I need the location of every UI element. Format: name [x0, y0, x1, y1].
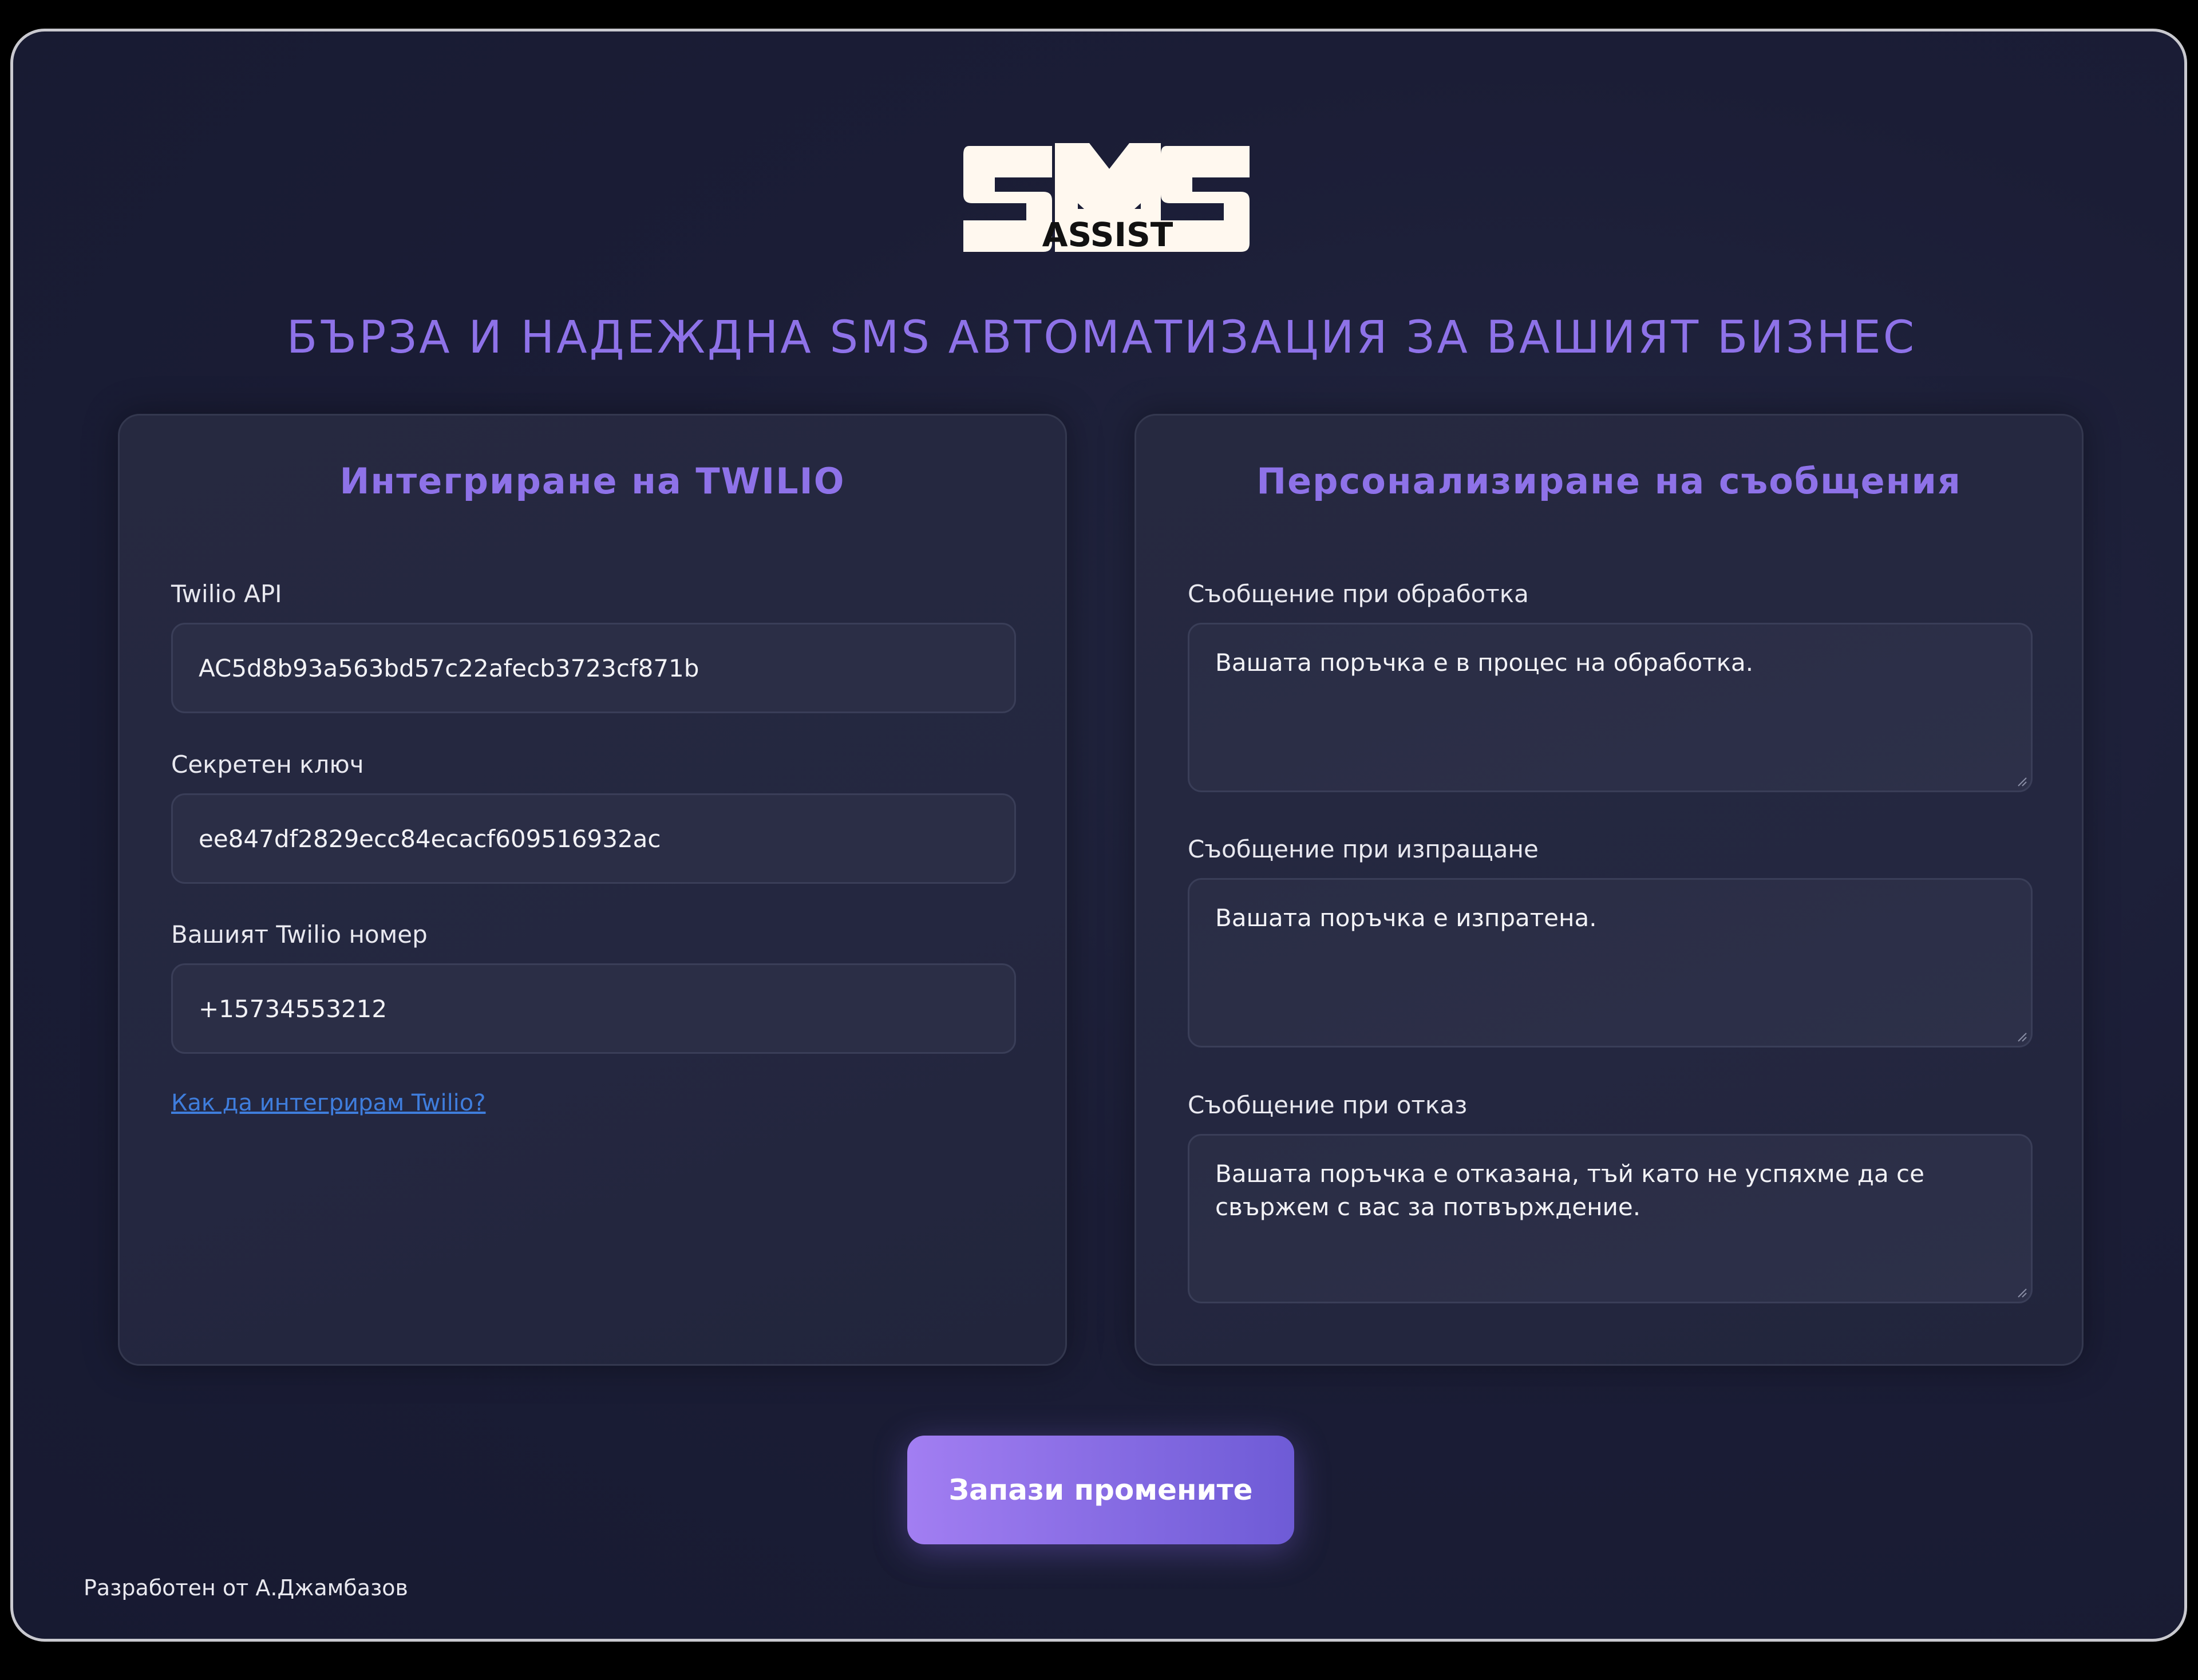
secret-key-label: Секретен ключ [171, 750, 364, 778]
message-personalization-card: Персонализиране на съобщения Съобщение п… [1134, 414, 2084, 1366]
footer-credit: Разработен от А.Джамбазов [84, 1575, 408, 1600]
twilio-integration-card: Интегриране на TWILIO Twilio API AC5d8b9… [118, 414, 1067, 1366]
twilio-help-link[interactable]: Как да интегрирам Twilio? [171, 1090, 486, 1116]
page-headline: БЪРЗА И НАДЕЖДНА SMS АВТОМАТИЗАЦИЯ ЗА ВА… [286, 312, 1917, 363]
rejection-message-text: Вашата поръчка е отказана, тъй като не у… [1215, 1160, 1924, 1221]
logo-subtext: ASSIST [1042, 215, 1173, 254]
processing-message-text: Вашата поръчка е в процес на обработка. [1215, 649, 1754, 677]
shipping-message-text: Вашата поръчка е изпратена. [1215, 904, 1597, 932]
secret-key-input[interactable]: ee847df2829ecc84ecacf609516932ac [171, 793, 1016, 884]
messages-card-title: Персонализиране на съобщения [1256, 460, 1962, 502]
twilio-api-label: Twilio API [171, 580, 282, 608]
resize-handle-icon[interactable] [2015, 1030, 2027, 1042]
resize-handle-icon[interactable] [2015, 774, 2027, 787]
twilio-card-title: Интегриране на TWILIO [339, 460, 845, 502]
twilio-number-input[interactable]: +15734553212 [171, 963, 1016, 1054]
shipping-message-label: Съобщение при изпращане [1188, 835, 1539, 863]
rejection-message-label: Съобщение при отказ [1188, 1091, 1468, 1119]
rejection-message-textarea[interactable]: Вашата поръчка е отказана, тъй като не у… [1188, 1134, 2033, 1303]
processing-message-label: Съобщение при обработка [1188, 580, 1529, 608]
resize-handle-icon[interactable] [2015, 1286, 2027, 1298]
sms-assist-logo: ASSIST [952, 129, 1261, 260]
shipping-message-textarea[interactable]: Вашата поръчка е изпратена. [1188, 878, 2033, 1047]
processing-message-textarea[interactable]: Вашата поръчка е в процес на обработка. [1188, 623, 2033, 792]
twilio-api-input[interactable]: AC5d8b93a563bd57c22afecb3723cf871b [171, 623, 1016, 713]
save-changes-button[interactable]: Запази промените [907, 1436, 1294, 1544]
twilio-number-label: Вашият Twilio номер [171, 920, 428, 948]
app-window: ASSIST БЪРЗА И НАДЕЖДНА SMS АВТОМАТИЗАЦИ… [10, 29, 2187, 1642]
